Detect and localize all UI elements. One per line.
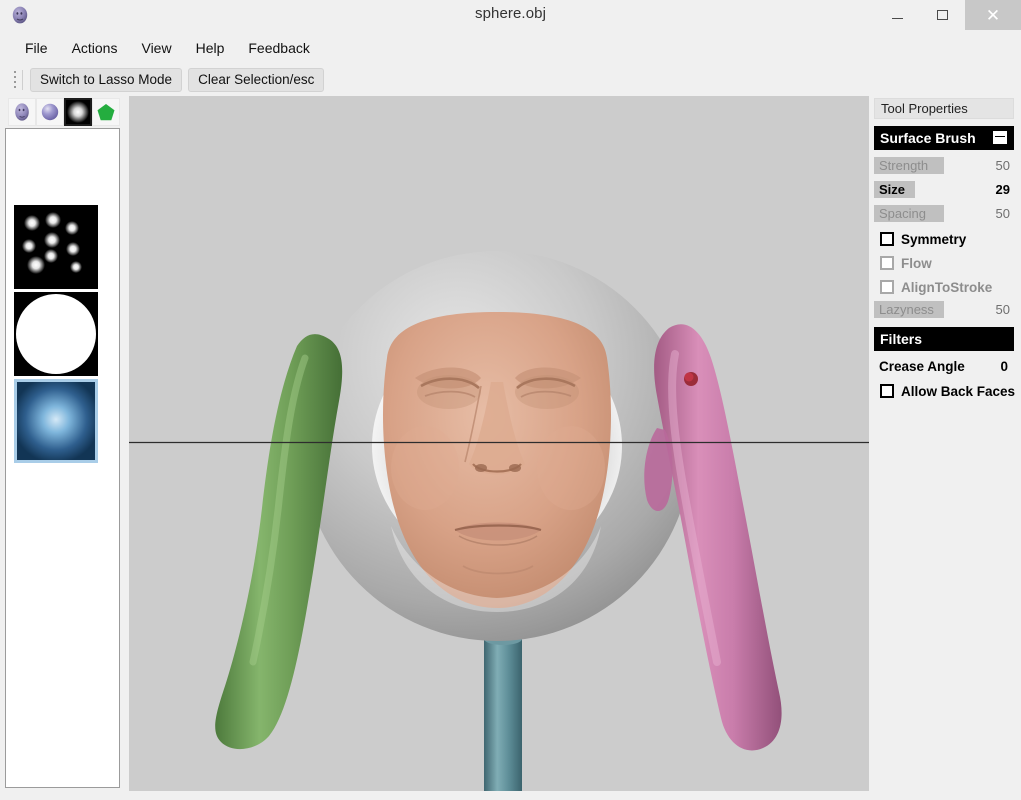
crease-angle-label: Crease Angle [879,359,965,374]
surface-brush-title: Surface Brush [880,130,976,146]
menu-item-file[interactable]: File [14,37,59,60]
window-title: sphere.obj [0,5,1021,22]
brush-preset-panel [5,128,120,788]
spacing-slider[interactable]: Spacing 50 [874,204,1014,224]
scatter-dots-brush-icon [14,205,98,289]
allow-back-faces-checkbox-row[interactable]: Allow Back Faces [874,380,1014,402]
spacing-value: 50 [996,206,1010,221]
tool-icon-row [8,98,120,126]
lazyness-label: Lazyness [879,302,934,317]
crease-angle-value: 0 [1000,359,1008,374]
align-to-stroke-label: AlignToStroke [901,280,992,295]
align-to-stroke-checkbox-row[interactable]: AlignToStroke [874,276,1014,298]
size-label: Size [879,182,905,197]
lazyness-value: 50 [996,302,1010,317]
tool-bar: Switch to Lasso Mode Clear Selection/esc [0,64,1021,95]
symmetry-checkbox[interactable] [880,232,894,246]
symmetry-label: Symmetry [901,232,966,247]
menu-item-feedback[interactable]: Feedback [237,37,320,60]
spacing-label: Spacing [879,206,926,221]
brush-preset-soft-glow[interactable] [14,379,98,463]
strength-value: 50 [996,158,1010,173]
flow-checkbox-row[interactable]: Flow [874,252,1014,274]
menu-item-actions[interactable]: Actions [61,37,129,60]
soft-glow-brush-icon [17,382,95,460]
sphere-tool-icon[interactable] [36,98,64,126]
face-sculpt [383,312,611,612]
soft-glow-glyph [67,101,89,123]
title-bar: sphere.obj ✕ [0,0,1021,30]
application-window: sphere.obj ✕ File Actions View Help Feed… [0,0,1021,800]
clear-selection-button[interactable]: Clear Selection/esc [188,68,324,92]
menu-item-view[interactable]: View [130,37,182,60]
flow-label: Flow [901,256,932,271]
pentagon-glyph [95,101,117,123]
filters-section-header[interactable]: Filters [874,327,1014,351]
minimize-icon [892,18,903,19]
crease-angle-row[interactable]: Crease Angle 0 [874,357,1014,377]
close-button[interactable]: ✕ [965,0,1021,30]
maximize-button[interactable] [920,0,965,30]
menu-bar: File Actions View Help Feedback [0,34,1021,62]
3d-viewport[interactable] [129,96,869,791]
align-to-stroke-checkbox[interactable] [880,280,894,294]
allow-back-faces-label: Allow Back Faces [901,384,1015,399]
head-glyph [11,101,33,123]
strength-slider[interactable]: Strength 50 [874,156,1014,176]
minimize-button[interactable] [875,0,920,30]
menu-item-help[interactable]: Help [185,37,236,60]
surface-brush-section-header[interactable]: Surface Brush [874,126,1014,150]
collapse-panel-icon[interactable] [993,131,1007,144]
maximize-icon [937,10,948,20]
pentagon-tool-icon[interactable] [92,98,120,126]
brush-alpha-tool-icon[interactable] [64,98,92,126]
window-controls: ✕ [875,0,1021,30]
solid-circle-brush-icon [14,292,98,376]
head-tool-icon[interactable] [8,98,36,126]
flow-checkbox[interactable] [880,256,894,270]
left-sidebar [0,96,128,800]
close-icon: ✕ [986,7,1000,24]
size-slider[interactable]: Size 29 [874,180,1014,200]
blue-cylinder [484,633,522,791]
toolbar-separator [22,70,23,90]
brush-preset-scatter-dots[interactable] [14,205,98,289]
symmetry-checkbox-row[interactable]: Symmetry [874,228,1014,250]
strength-label: Strength [879,158,928,173]
switch-to-lasso-mode-button[interactable]: Switch to Lasso Mode [30,68,182,92]
allow-back-faces-checkbox[interactable] [880,384,894,398]
size-value: 29 [996,182,1010,197]
sphere-glyph [39,101,61,123]
viewport-scene [129,96,869,791]
brush-preset-solid-circle[interactable] [14,292,98,376]
green-limb [215,334,342,749]
tool-properties-panel: Tool Properties Surface Brush Strength 5… [872,96,1017,800]
lazyness-slider[interactable]: Lazyness 50 [874,300,1014,320]
toolbar-drag-handle[interactable] [10,69,20,91]
panel-title: Tool Properties [874,98,1014,119]
filters-title: Filters [880,331,922,347]
